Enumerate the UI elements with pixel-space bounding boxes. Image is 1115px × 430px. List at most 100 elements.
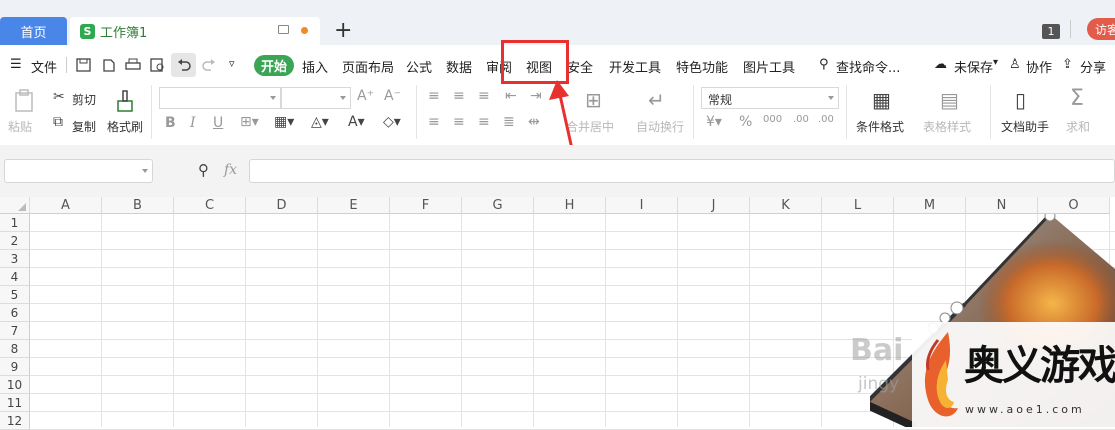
- print-preview-icon[interactable]: [150, 58, 166, 72]
- save-icon[interactable]: [76, 58, 92, 72]
- conditional-format-icon[interactable]: ▦: [872, 88, 891, 112]
- menu-special-features[interactable]: 特色功能: [676, 57, 728, 76]
- visitor-button[interactable]: 访客: [1087, 18, 1115, 40]
- row-header[interactable]: 9: [0, 358, 30, 376]
- new-tab-button[interactable]: +: [334, 18, 352, 44]
- column-header[interactable]: A: [30, 197, 102, 214]
- print-icon[interactable]: [125, 58, 141, 72]
- chevron-down-icon[interactable]: ▿: [229, 57, 235, 70]
- name-box[interactable]: [4, 159, 153, 183]
- row-header[interactable]: 12: [0, 412, 30, 430]
- formula-input[interactable]: [249, 159, 1115, 183]
- increase-decimal-icon[interactable]: .00: [793, 114, 809, 125]
- menu-home-tab[interactable]: 开始: [254, 55, 294, 76]
- column-header[interactable]: D: [246, 197, 318, 214]
- align-center-icon[interactable]: ≡: [453, 114, 465, 130]
- align-bottom-icon[interactable]: ≡: [478, 88, 490, 104]
- decrease-indent-icon[interactable]: ⇤: [505, 88, 517, 104]
- document-assistant-icon[interactable]: ▯: [1015, 88, 1026, 112]
- cut-button[interactable]: 剪切: [72, 91, 96, 108]
- search-icon[interactable]: ⚲: [819, 57, 829, 72]
- paste-icon[interactable]: [12, 89, 36, 113]
- row-header[interactable]: 4: [0, 268, 30, 286]
- bold-icon[interactable]: B: [165, 115, 176, 131]
- column-header[interactable]: J: [678, 197, 750, 214]
- decrease-decimal-icon[interactable]: .00: [818, 114, 834, 125]
- menu-picture-tools[interactable]: 图片工具: [743, 57, 795, 76]
- column-header[interactable]: O: [1038, 197, 1110, 214]
- copy-button[interactable]: 复制: [72, 118, 96, 135]
- share-button[interactable]: 分享: [1080, 57, 1106, 76]
- column-header[interactable]: B: [102, 197, 174, 214]
- column-header[interactable]: N: [966, 197, 1038, 214]
- row-header[interactable]: 1: [0, 214, 30, 232]
- menu-file[interactable]: 文件: [31, 57, 57, 76]
- user-icon[interactable]: ♙: [1009, 57, 1021, 72]
- auto-wrap-icon[interactable]: ↵: [648, 88, 665, 112]
- window-count-badge[interactable]: 1: [1042, 24, 1060, 39]
- increase-font-icon[interactable]: A⁺: [357, 88, 374, 104]
- column-header[interactable]: L: [822, 197, 894, 214]
- row-header[interactable]: 7: [0, 322, 30, 340]
- menu-developer-tools[interactable]: 开发工具: [609, 57, 661, 76]
- conditional-format-button[interactable]: 条件格式: [856, 118, 904, 135]
- align-left-icon[interactable]: ≡: [428, 114, 440, 130]
- decrease-font-icon[interactable]: A⁻: [384, 88, 401, 104]
- monitor-icon[interactable]: [278, 25, 289, 34]
- row-header[interactable]: 10: [0, 376, 30, 394]
- row-header[interactable]: 11: [0, 394, 30, 412]
- table-style-icon[interactable]: ▤: [940, 88, 959, 112]
- font-family-select[interactable]: [159, 87, 281, 109]
- column-header[interactable]: M: [894, 197, 966, 214]
- menu-formula[interactable]: 公式: [406, 57, 432, 76]
- currency-icon[interactable]: ¥▾: [706, 114, 722, 130]
- border-icon[interactable]: ⊞▾: [240, 114, 259, 130]
- clear-format-icon[interactable]: ◇▾: [383, 114, 401, 130]
- column-header[interactable]: I: [606, 197, 678, 214]
- search-command[interactable]: 查找命令...: [836, 57, 900, 76]
- column-header[interactable]: H: [534, 197, 606, 214]
- align-right-icon[interactable]: ≡: [478, 114, 490, 130]
- copy-icon[interactable]: ⧉: [53, 114, 63, 130]
- format-painter-button[interactable]: 格式刷: [107, 118, 143, 135]
- menu-insert[interactable]: 插入: [302, 57, 328, 76]
- paste-label[interactable]: 粘贴: [8, 118, 32, 135]
- table-style-button[interactable]: 表格样式: [923, 118, 971, 135]
- zoom-formula-icon[interactable]: ⚲: [198, 161, 209, 179]
- cloud-icon[interactable]: ☁: [934, 57, 947, 72]
- percent-icon[interactable]: %: [739, 114, 752, 130]
- font-size-select[interactable]: [281, 87, 351, 109]
- menu-page-layout[interactable]: 页面布局: [342, 57, 394, 76]
- format-painter-icon[interactable]: [114, 89, 136, 113]
- column-header[interactable]: K: [750, 197, 822, 214]
- hamburger-icon[interactable]: ☰: [10, 57, 22, 72]
- row-header[interactable]: 2: [0, 232, 30, 250]
- fx-icon[interactable]: fx: [224, 162, 237, 178]
- sum-button[interactable]: 求和: [1066, 118, 1090, 135]
- number-format-select[interactable]: 常规: [701, 87, 839, 109]
- thousands-separator-icon[interactable]: 000: [763, 114, 782, 125]
- align-middle-icon[interactable]: ≡: [453, 88, 465, 104]
- tab-workbook[interactable]: S 工作簿1: [70, 17, 320, 45]
- row-header[interactable]: 8: [0, 340, 30, 358]
- chevron-down-icon[interactable]: [142, 169, 148, 173]
- auto-wrap-button[interactable]: 自动换行: [636, 118, 684, 135]
- italic-icon[interactable]: I: [190, 115, 196, 131]
- scissors-icon[interactable]: ✂: [53, 89, 65, 105]
- chevron-down-icon[interactable]: ▾: [993, 57, 998, 68]
- highlight-color-icon[interactable]: ◬▾: [311, 114, 329, 130]
- collaborate-button[interactable]: 协作: [1026, 57, 1052, 76]
- select-all-corner[interactable]: [0, 197, 30, 214]
- redo-icon[interactable]: [201, 58, 217, 72]
- underline-icon[interactable]: U: [213, 115, 223, 131]
- export-icon[interactable]: [101, 58, 117, 72]
- distribute-icon[interactable]: ⇹: [528, 114, 540, 130]
- column-header[interactable]: C: [174, 197, 246, 214]
- font-color-icon[interactable]: A▾: [348, 114, 365, 130]
- share-icon[interactable]: ⇪: [1062, 57, 1073, 72]
- fill-color-icon[interactable]: ▦▾: [274, 114, 294, 130]
- column-header[interactable]: F: [390, 197, 462, 214]
- menu-data[interactable]: 数据: [446, 57, 472, 76]
- document-assistant-button[interactable]: 文档助手: [1001, 118, 1049, 135]
- row-header[interactable]: 6: [0, 304, 30, 322]
